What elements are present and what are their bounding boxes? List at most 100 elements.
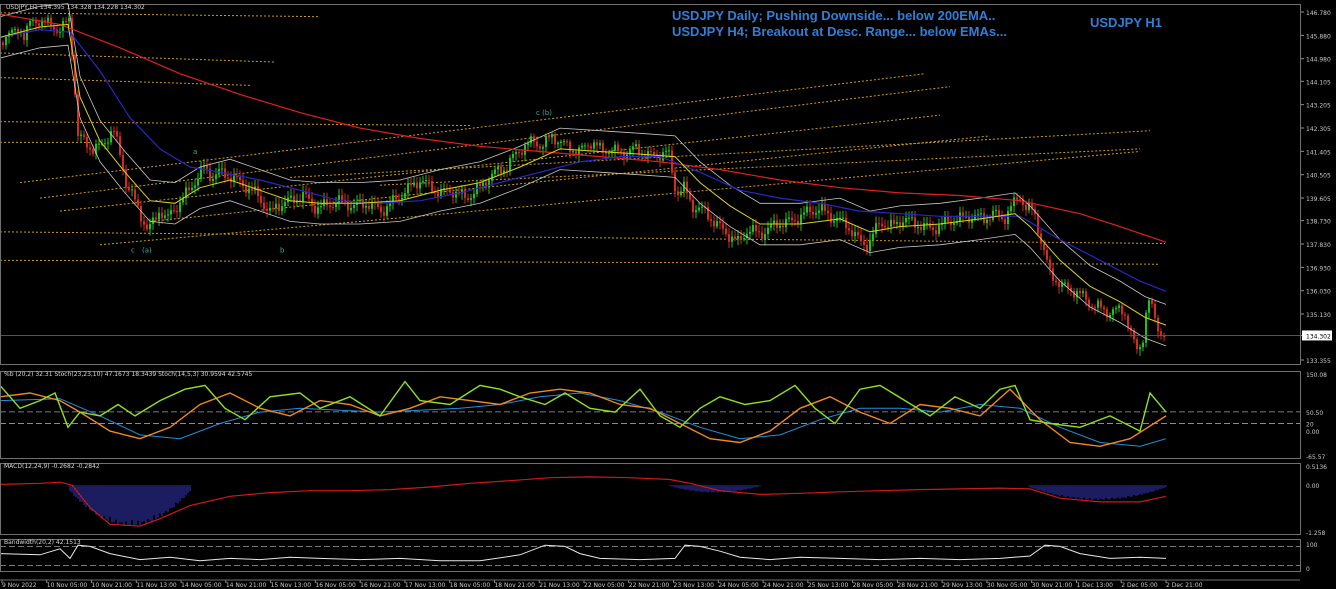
candle-body — [587, 145, 589, 147]
candle-body — [1079, 291, 1081, 294]
candle-body — [338, 195, 340, 204]
macd-tick-label: 0.00 — [1306, 483, 1320, 490]
candle-body — [1082, 291, 1084, 294]
candle-body — [878, 223, 880, 225]
candle-body — [1157, 317, 1159, 332]
candle-body — [791, 217, 793, 221]
candle-body — [695, 210, 697, 213]
candle-body — [395, 195, 397, 200]
candle-body — [83, 134, 85, 137]
candle-body — [275, 203, 277, 208]
candle-body — [227, 177, 229, 179]
candle-body — [380, 206, 382, 213]
candle-body — [1142, 342, 1144, 348]
candle-body — [383, 212, 385, 216]
candle-body — [662, 152, 664, 161]
candle-body — [596, 142, 598, 146]
candle-body — [278, 203, 280, 211]
candle-body — [752, 225, 754, 232]
candle-body — [782, 225, 784, 228]
candle-body — [509, 158, 511, 171]
candle-body — [1037, 214, 1039, 234]
candle-body — [635, 144, 637, 147]
candle-body — [11, 29, 13, 33]
candle-body — [578, 147, 580, 155]
time-tick-label: 21 Nov 13:00 — [539, 582, 580, 589]
osc-tick-label: 20 — [1306, 421, 1314, 428]
candle-body — [710, 219, 712, 221]
candle-body — [842, 217, 844, 219]
candle-body — [893, 219, 895, 224]
fib-line-3 — [0, 121, 471, 127]
candle-body — [116, 131, 118, 137]
fib-line-9 — [59, 114, 941, 212]
candle-body — [194, 185, 196, 188]
pane-frames — [0, 4, 1301, 581]
candle-body — [938, 224, 940, 235]
candle-body — [608, 153, 610, 155]
candle-body — [881, 223, 883, 227]
candle-body — [992, 210, 994, 220]
candle-body — [470, 198, 472, 200]
candle-body — [1046, 249, 1048, 260]
candle-body — [947, 216, 949, 222]
candle-body — [833, 221, 835, 223]
candle-body — [428, 180, 430, 182]
candle-body — [212, 179, 214, 182]
candle-body — [602, 143, 604, 152]
candle-body — [335, 203, 337, 207]
candle-body — [179, 202, 181, 213]
candle-body — [869, 239, 871, 252]
candle-body — [290, 195, 292, 198]
candle-body — [1055, 280, 1057, 283]
candle-body — [818, 210, 820, 213]
time-tick-label: 25 Nov 13:00 — [808, 582, 849, 589]
candle-body — [929, 223, 931, 228]
candle-body — [968, 216, 970, 223]
candle-body — [977, 214, 979, 216]
candle-body — [620, 151, 622, 153]
price-tick-label: 139.605 — [1306, 196, 1331, 203]
candle-body — [794, 220, 796, 222]
candle-body — [155, 217, 157, 220]
wave-label: a — [193, 148, 197, 156]
candle-body — [857, 232, 859, 236]
price-tick-label: 138.730 — [1306, 219, 1331, 226]
current-price-label: 134.302 — [1306, 333, 1331, 340]
candle-body — [863, 241, 865, 245]
time-tick-label: 10 Nov 05:00 — [47, 582, 88, 589]
candle-body — [1103, 307, 1105, 310]
candle-body — [908, 217, 910, 219]
fib-line-5 — [0, 231, 1166, 244]
candle-body — [728, 234, 730, 242]
price-tick-label: 144.105 — [1306, 79, 1331, 86]
main-indicator-lines — [0, 3, 1167, 347]
candle-body — [113, 131, 115, 133]
candle-body — [1004, 219, 1006, 224]
candle-body — [953, 223, 955, 225]
price-tick-label: 137.830 — [1306, 242, 1331, 249]
candle-body — [860, 235, 862, 242]
candle-body — [548, 136, 550, 138]
candle-body — [677, 191, 679, 196]
candle-body — [2, 42, 4, 45]
candle-body — [497, 166, 499, 170]
candle-body — [143, 221, 145, 225]
candle-body — [719, 221, 721, 224]
candle-body — [845, 217, 847, 229]
wave-label: (a) — [142, 247, 152, 255]
candle-body — [308, 193, 310, 199]
candle-body — [1007, 211, 1009, 224]
candle-body — [242, 180, 244, 187]
candle-body — [665, 151, 667, 153]
time-tick-label: 1 Dec 13:00 — [1076, 582, 1113, 589]
candle-body — [191, 187, 193, 190]
candle-body — [257, 186, 259, 197]
time-tick-label: 16 Nov 05:00 — [315, 582, 356, 589]
time-tick-label: 29 Nov 13:00 — [942, 582, 983, 589]
candle-body — [1154, 303, 1156, 318]
ema-blue-line — [0, 28, 1167, 292]
candle-body — [734, 236, 736, 239]
price-tick-label: 146.780 — [1306, 10, 1331, 17]
candle-body — [1151, 300, 1153, 304]
